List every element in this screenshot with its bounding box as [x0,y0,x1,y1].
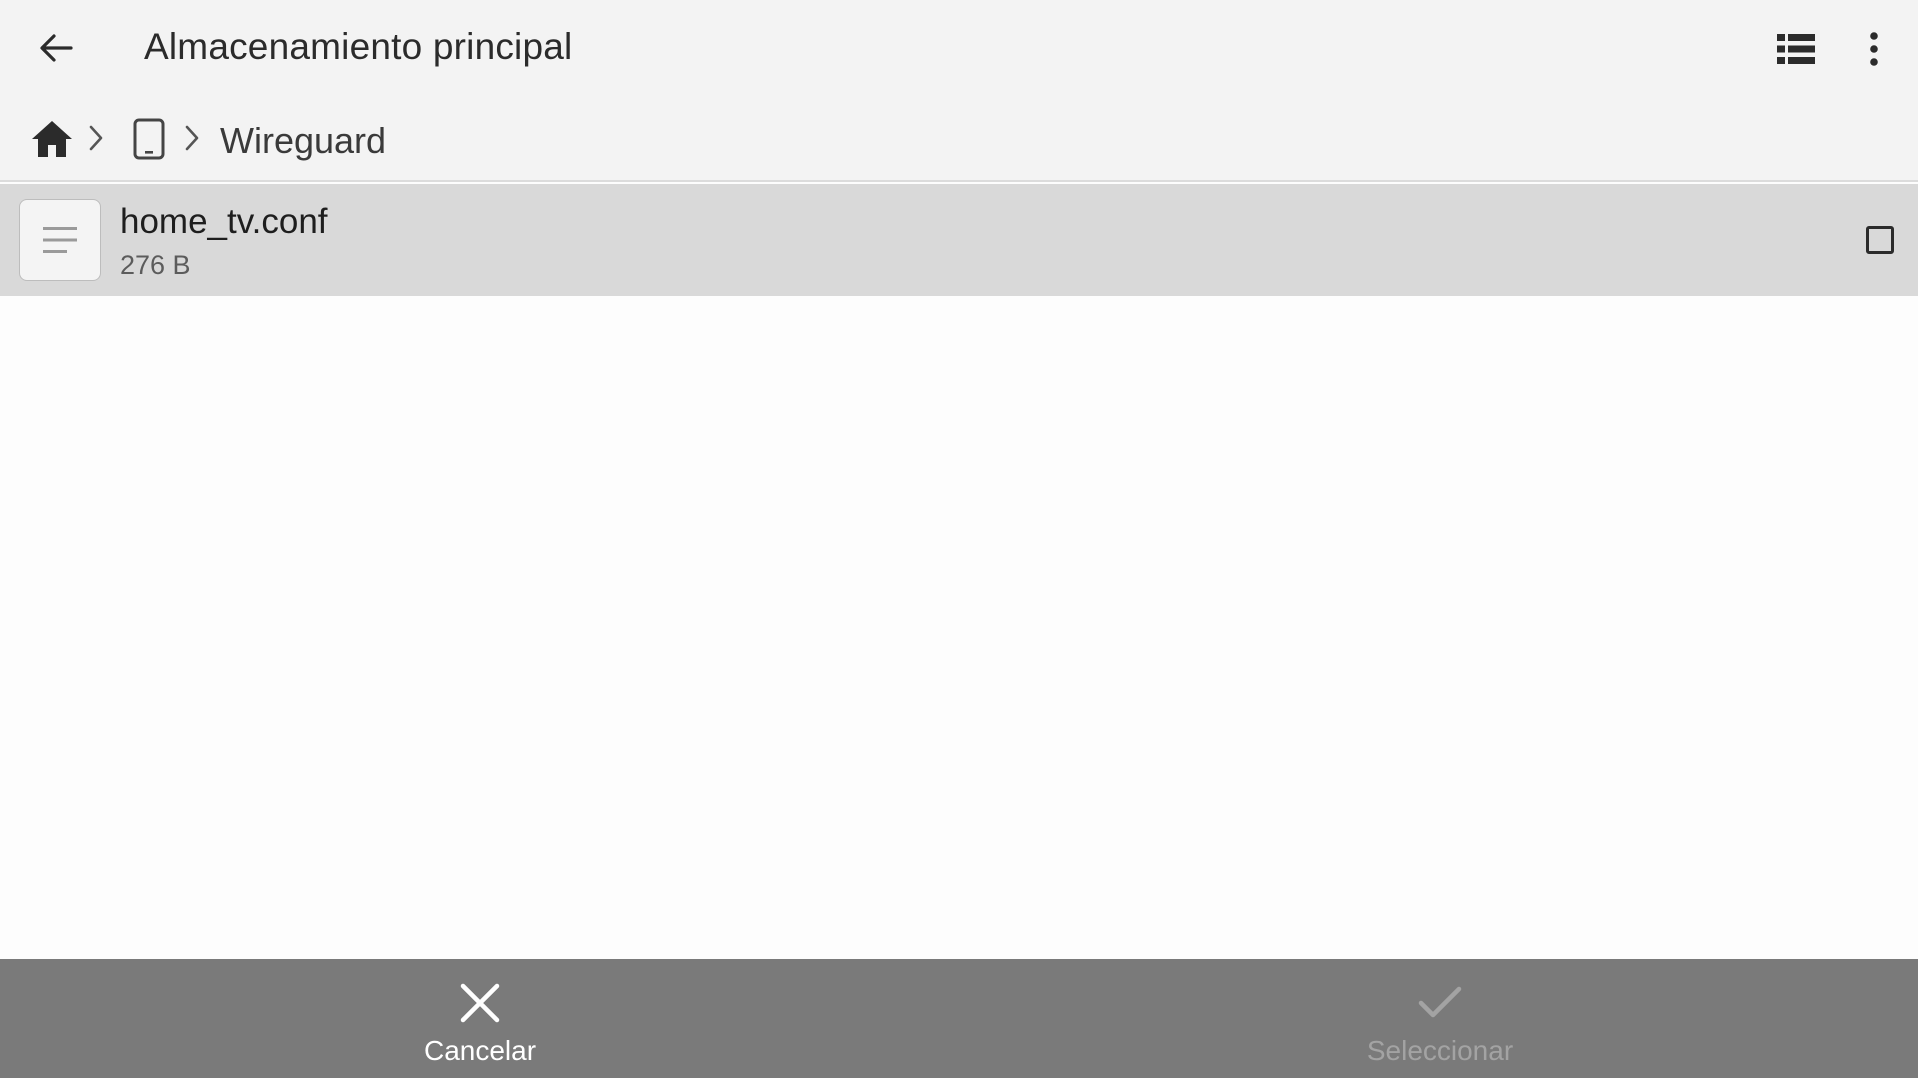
list-item[interactable]: home_tv.conf 276 B [0,184,1918,296]
chevron-right-icon [184,124,200,157]
select-button[interactable]: Seleccionar [1290,959,1590,1078]
more-options-button[interactable] [1846,22,1902,76]
cancel-button[interactable]: Cancelar [330,959,630,1078]
phone-icon [133,118,165,160]
breadcrumb: Wireguard [0,98,1918,182]
file-picker-screen: Almacenamiento principal Wireguard home_… [0,0,1918,1078]
home-icon [32,121,72,157]
file-checkbox[interactable] [1866,226,1894,254]
arrow-left-icon [40,34,73,62]
breadcrumb-home[interactable] [26,116,78,162]
breadcrumb-device[interactable] [126,114,172,164]
select-label: Seleccionar [1366,1035,1514,1066]
back-button[interactable] [24,18,88,78]
chevron-right-icon [88,124,104,157]
top-app-bar: Almacenamiento principal [0,0,1918,98]
more-vert-icon [1870,32,1878,66]
file-thumbnail [19,199,101,281]
file-name: home_tv.conf [120,202,328,241]
check-icon [1418,986,1462,1018]
text-file-icon [43,227,77,253]
list-view-button[interactable] [1764,22,1828,76]
close-icon [460,983,500,1023]
page-title: Almacenamiento principal [144,26,573,67]
cancel-label: Cancelar [423,1035,537,1066]
list-view-icon [1777,34,1815,64]
file-size: 276 B [120,250,191,280]
breadcrumb-folder[interactable]: Wireguard [220,120,386,162]
bottom-action-bar: Cancelar Seleccionar [0,959,1918,1078]
